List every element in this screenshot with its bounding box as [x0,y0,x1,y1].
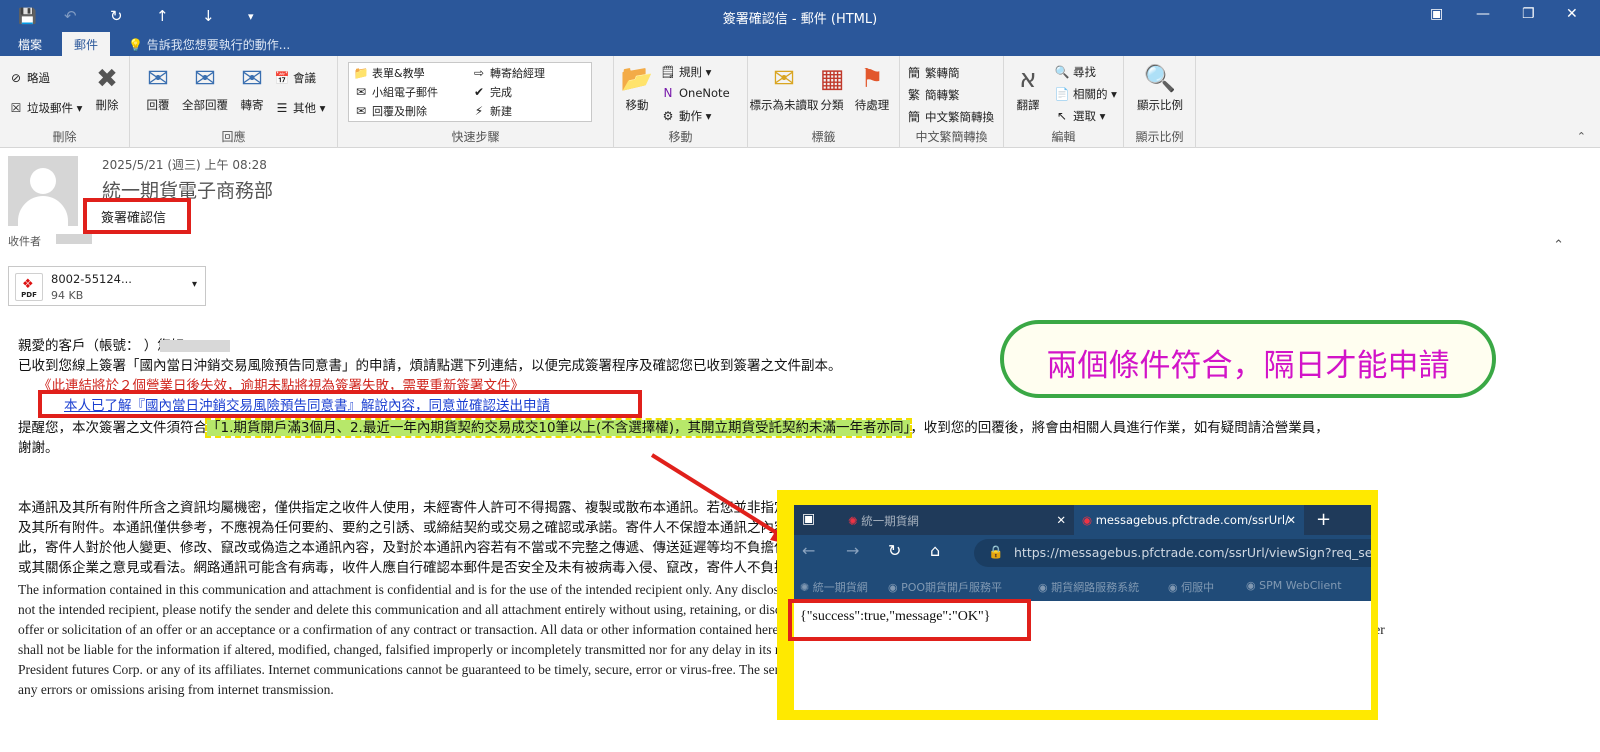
tab2-label: messagebus.pfctrade.com/ssrUrl/ [1095,513,1289,527]
home-icon[interactable]: ⌂ [930,541,940,560]
favorite-3[interactable]: ◉ 期貨網路服務系統 [1038,579,1139,595]
forward-icon[interactable]: → [846,541,859,560]
back-icon[interactable]: ← [802,541,815,560]
browser-address-bar: ← → ↻ ⌂ 🔒 https://messagebus.pfctrade.com… [794,535,1371,571]
new-tab-icon[interactable]: + [1316,509,1331,530]
favorite-1[interactable]: ✺ 統一期貨網 [800,579,868,595]
reload-icon[interactable]: ↻ [888,541,901,560]
tab2-close-icon[interactable]: ✕ [1286,513,1296,527]
favicon-icon: ◉ [1082,513,1093,527]
url-text: https://messagebus.pfctrade.com/ssrUrl/v… [1014,545,1371,560]
lock-icon: 🔒 [988,544,1004,559]
tab1-close-icon[interactable]: ✕ [1056,513,1066,527]
tab1-label: 統一期貨網 [861,514,919,528]
browser-tab-1[interactable]: ✺ 統一期貨網 ✕ [834,505,1074,535]
favorite-5[interactable]: ◉ SPM WebClient [1246,579,1342,592]
favorite-4[interactable]: ◉ 伺服中 [1168,579,1214,595]
url-field[interactable]: 🔒 https://messagebus.pfctrade.com/ssrUrl/… [974,539,1371,567]
favorites-bar: ✺ 統一期貨網 ◉ POO期貨開戶服務平 ◉ 期貨網路服務系統 ◉ 伺服中 ◉ … [794,571,1371,601]
browser-tab-strip: ▣ ✺ 統一期貨網 ✕ ◉ messagebus.pfctrade.com/ssr… [794,505,1371,535]
favorite-2[interactable]: ◉ POO期貨開戶服務平 [888,579,1002,595]
response-highlight-box [788,599,1031,641]
favicon-icon: ✺ [848,514,858,528]
browser-tab-2[interactable]: ◉ messagebus.pfctrade.com/ssrUrl/✕ [1074,505,1304,535]
tab-actions-icon[interactable]: ▣ [802,511,815,527]
